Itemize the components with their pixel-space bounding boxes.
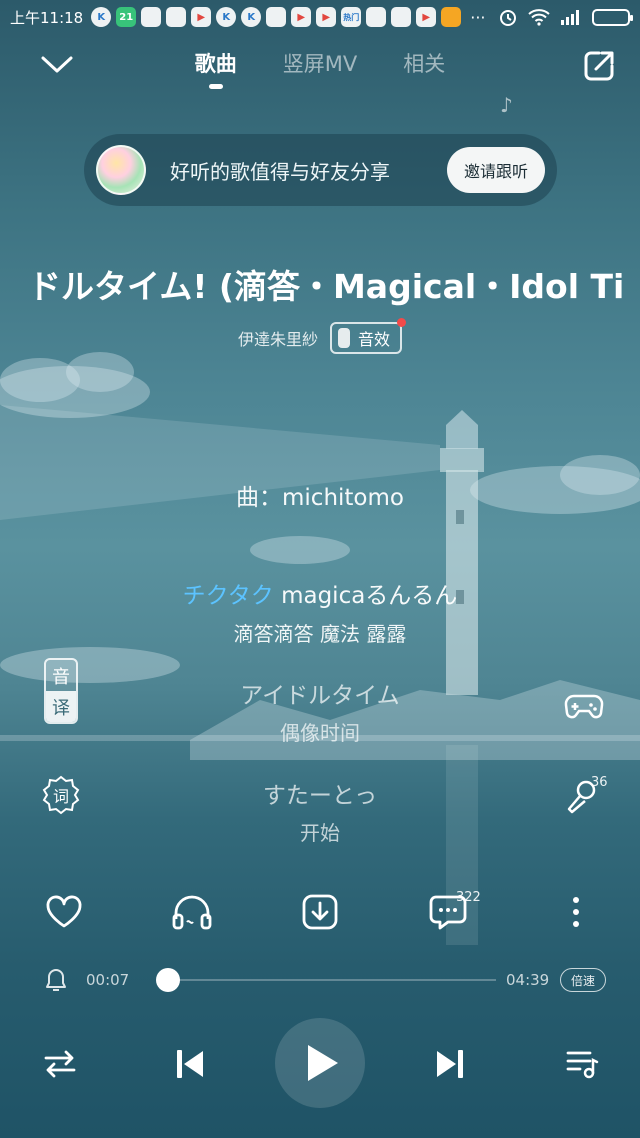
play-icon — [308, 1045, 338, 1081]
download-button[interactable] — [298, 890, 342, 934]
lyric-line-current[interactable]: チクタク magicaるんるん — [0, 576, 640, 610]
comment-count-badge: 322 — [456, 890, 481, 905]
tab-vertical-mv[interactable]: 竖屏MV — [283, 48, 357, 78]
status-bar: 上午11:18 K 21 ▶ K K ▶ ▶ 热门 ▶ ··· — [0, 0, 640, 34]
lyric-text: アイドルタイム — [240, 683, 400, 709]
artist-row: 伊達朱里紗 音效 — [0, 318, 640, 354]
previous-track-button[interactable] — [168, 1042, 212, 1086]
sound-effect-label: 音效 — [358, 330, 391, 349]
download-icon — [302, 894, 338, 930]
wifi-icon — [528, 9, 550, 26]
progress-track[interactable] — [156, 968, 496, 992]
sound-quality-button[interactable] — [170, 890, 214, 934]
play-store-icon: ▶ — [191, 7, 212, 27]
play-store-icon: ▶ — [316, 7, 337, 27]
lyric-line[interactable]: すたーとっ — [0, 776, 640, 810]
hot-app-icon: 热门 — [341, 7, 362, 27]
lyric-translation: 偶像时间 — [280, 721, 360, 745]
k-app-icon: K — [241, 7, 262, 27]
playlist-button[interactable] — [562, 1044, 602, 1084]
battery-icon — [592, 8, 633, 26]
k-app-icon: K — [91, 7, 112, 27]
game-controller-icon[interactable] — [564, 690, 604, 724]
playback-controls — [0, 1018, 640, 1108]
more-vertical-icon — [573, 897, 579, 927]
message-app-icon — [366, 7, 387, 27]
new-badge-dot — [397, 318, 407, 327]
friend-avatar — [96, 145, 146, 195]
lyric-sung-part: チクタク — [182, 583, 274, 609]
progress-row: 00:07 04:39 倍速 — [0, 962, 640, 998]
more-options-button[interactable] — [554, 890, 598, 934]
playlist-icon — [566, 1051, 599, 1079]
message-app-icon — [391, 7, 412, 27]
lyric-translation: 开始 — [300, 821, 340, 845]
shuffle-repeat-icon — [44, 1050, 76, 1078]
message-app-icon — [266, 7, 287, 27]
karaoke-count-badge: 36 — [591, 775, 608, 790]
sound-effect-toggle-icon — [338, 328, 350, 348]
sound-effect-button[interactable]: 音效 — [330, 318, 407, 354]
alarm-icon — [500, 10, 516, 26]
notification-icons: K 21 ▶ K K ▶ ▶ 热门 ▶ ··· — [91, 7, 486, 27]
phonetic-translation-toggle[interactable]: 音 译 — [44, 658, 78, 724]
play-store-icon: ▶ — [291, 7, 312, 27]
like-button[interactable] — [42, 890, 86, 934]
21-app-icon: 21 — [116, 7, 137, 27]
lyric-text: すたーとっ — [262, 783, 378, 809]
artist-name[interactable]: 伊達朱里紗 — [238, 326, 318, 350]
lyric-line[interactable]: アイドルタイム — [0, 676, 640, 710]
status-time: 上午11:18 — [10, 8, 84, 27]
playback-speed-button[interactable]: 倍速 — [560, 968, 606, 992]
bell-icon[interactable] — [44, 967, 68, 993]
tab-bar: 歌曲 竖屏MV 相关 — [0, 48, 640, 89]
total-time: 04:39 — [506, 971, 550, 989]
tab-song[interactable]: 歌曲 — [195, 48, 237, 89]
status-right — [498, 7, 633, 27]
k-app-icon: K — [216, 7, 237, 27]
play-store-icon: ▶ — [416, 7, 437, 27]
skip-next-icon — [437, 1050, 463, 1078]
song-title: ドルタイム! (滴答・Magical・Idol Ti — [0, 258, 640, 308]
skip-previous-icon — [177, 1050, 203, 1078]
phonetic-label: 音 — [46, 660, 76, 691]
message-app-icon — [166, 7, 187, 27]
message-app-icon — [141, 7, 162, 27]
lyrics-poster-label: 词 — [52, 787, 69, 806]
song-title-text: ドルタイム! (滴答・Magical・Idol Ti — [28, 267, 625, 306]
lyric-translation: 滴答滴答 魔法 露露 — [233, 622, 407, 646]
progress-knob[interactable] — [156, 968, 181, 992]
current-time: 00:07 — [86, 971, 130, 989]
share-banner-text: 好听的歌值得与好友分享 — [170, 159, 390, 184]
signal-icon — [561, 10, 579, 25]
lyric-unsung-part: magicaるんるん — [273, 583, 458, 609]
invite-listen-button[interactable]: 邀请跟听 — [447, 147, 545, 193]
share-banner: 好听的歌值得与好友分享 邀请跟听 — [84, 134, 557, 206]
translation-label: 译 — [46, 691, 76, 722]
lyric-composer: 曲：michitomo — [236, 485, 404, 511]
play-button[interactable] — [275, 1018, 365, 1108]
tab-related[interactable]: 相关 — [403, 48, 445, 78]
headphones-icon — [172, 895, 212, 930]
lyrics-poster-button[interactable]: 词 — [40, 774, 82, 816]
action-row: 322 — [0, 890, 640, 936]
more-notifications-icon: ··· — [470, 7, 486, 27]
share-icon[interactable] — [582, 49, 616, 83]
header: 歌曲 竖屏MV 相关 — [0, 40, 640, 100]
mascot-app-icon — [441, 7, 462, 27]
next-track-button[interactable] — [428, 1042, 472, 1086]
heart-icon — [46, 895, 82, 928]
play-mode-button[interactable] — [40, 1044, 80, 1084]
